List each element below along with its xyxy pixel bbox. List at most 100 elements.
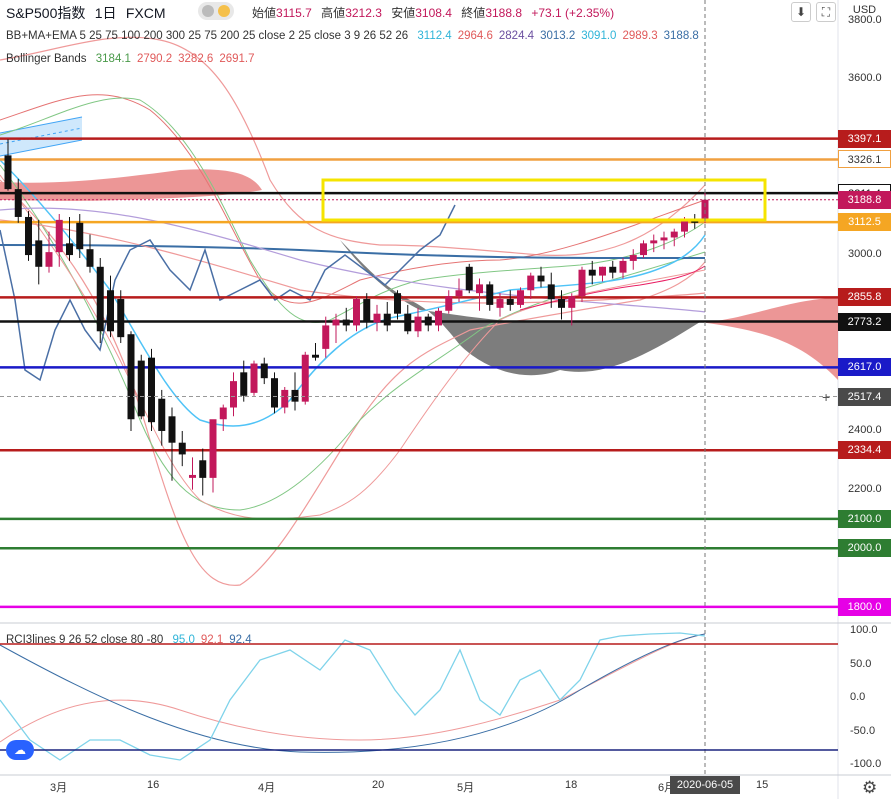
rci-legend[interactable]: RCI3lines 9 26 52 close 80 -80 95.0 92.1 9… <box>6 634 264 646</box>
candle-body[interactable] <box>96 266 104 332</box>
price-line-tag[interactable]: 2855.8 <box>838 288 891 307</box>
date-axis-tick: 18 <box>565 779 578 791</box>
candle-body[interactable] <box>650 240 658 244</box>
candle-body[interactable] <box>629 255 637 261</box>
candle-body[interactable] <box>394 293 401 314</box>
bb-legend[interactable]: Bollinger Bands 3184.1 2790.2 3282.6 2691.7 <box>6 53 267 65</box>
price-line-tag[interactable]: 3326.1 <box>838 150 891 169</box>
candle-body[interactable] <box>178 442 186 455</box>
price-line-tag[interactable]: 2773.2 <box>838 312 891 331</box>
candle-body[interactable] <box>383 313 391 326</box>
candle-body[interactable] <box>158 398 166 431</box>
candle-body[interactable] <box>353 299 360 326</box>
candle-body[interactable] <box>404 313 412 332</box>
candle-body[interactable] <box>219 407 227 420</box>
source-label: FXCM <box>125 5 166 21</box>
bb-value: 2691.7 <box>219 53 255 65</box>
candle-body[interactable] <box>230 381 237 408</box>
price-line-tag[interactable]: 3188.8 <box>838 190 891 209</box>
candle-body[interactable] <box>291 389 299 402</box>
candle-body[interactable] <box>127 334 135 420</box>
candle-body[interactable] <box>312 354 319 358</box>
candle-body[interactable] <box>547 284 555 300</box>
interval-label[interactable]: 1日 <box>95 5 117 21</box>
gear-icon[interactable]: ⚙ <box>862 778 877 798</box>
candle-body[interactable] <box>640 243 647 256</box>
visibility-toggle[interactable] <box>198 2 234 20</box>
price-line-tag[interactable]: 2000.0 <box>838 539 891 558</box>
symbol-name[interactable]: S&P500指数 <box>6 5 85 21</box>
candle-body[interactable] <box>476 284 483 294</box>
candle-body[interactable] <box>568 296 576 308</box>
candle-body[interactable] <box>271 378 278 408</box>
date-axis-tick: 3月 <box>50 782 68 794</box>
candle-body[interactable] <box>445 296 453 311</box>
chart-area[interactable]: S&P500指数 1日 FXCM 始値3115.7 高値3212.3 安値310… <box>0 0 891 799</box>
candle-body[interactable] <box>4 155 12 190</box>
candle-body[interactable] <box>45 252 53 267</box>
candle-body[interactable] <box>55 219 63 253</box>
candle-body[interactable] <box>588 269 596 276</box>
candle-body[interactable] <box>496 299 504 308</box>
price-line-tag[interactable]: 3112.5 <box>838 213 891 232</box>
candle-body[interactable] <box>660 237 668 241</box>
candle-body[interactable] <box>148 357 155 423</box>
rci-axis-tick: 0.0 <box>850 691 866 703</box>
candle-body[interactable] <box>363 299 371 323</box>
candle-body[interactable] <box>209 419 217 478</box>
candle-body[interactable] <box>599 266 606 276</box>
candle-body[interactable] <box>137 360 145 417</box>
candle-body[interactable] <box>250 363 258 393</box>
maximize-button[interactable]: ⛶ <box>816 2 836 22</box>
change-value: +73.1 (+2.35%) <box>531 6 615 20</box>
candle-body[interactable] <box>670 231 678 238</box>
candle-body[interactable] <box>486 284 494 305</box>
candle-body[interactable] <box>619 260 627 273</box>
candle-body[interactable] <box>14 189 22 217</box>
candle-body[interactable] <box>76 222 84 250</box>
ma-ema-legend[interactable]: BB+MA+EMA 5 25 75 100 200 300 25 75 200 … <box>6 30 711 42</box>
price-line-tag[interactable]: 2334.4 <box>838 441 891 460</box>
candle-body[interactable] <box>332 319 340 326</box>
candle-body[interactable] <box>322 325 330 349</box>
candle-body[interactable] <box>301 354 309 402</box>
candle-body[interactable] <box>189 474 196 478</box>
crosshair-plus-icon[interactable]: + <box>822 390 836 404</box>
price-line-tag[interactable]: 1800.0 <box>838 597 891 616</box>
candle-body[interactable] <box>455 290 463 297</box>
candle-body[interactable] <box>414 316 422 332</box>
candle-body[interactable] <box>260 363 268 379</box>
tradingview-logo-icon[interactable]: ☁ <box>6 740 34 760</box>
candle-body[interactable] <box>281 389 289 408</box>
candle-body[interactable] <box>435 310 442 326</box>
candle-body[interactable] <box>465 266 473 291</box>
candle-body[interactable] <box>373 313 381 323</box>
candle-body[interactable] <box>424 316 432 326</box>
candle-body[interactable] <box>168 416 176 443</box>
candle-body[interactable] <box>240 372 248 396</box>
candle-body[interactable] <box>681 219 688 232</box>
candle-body[interactable] <box>117 299 125 338</box>
price-line-tag[interactable]: 3397.1 <box>838 129 891 148</box>
candle-body[interactable] <box>609 266 617 273</box>
candle-body[interactable] <box>558 299 565 308</box>
candle-body[interactable] <box>506 299 514 305</box>
candle-body[interactable] <box>199 460 207 478</box>
candle-body[interactable] <box>86 249 94 267</box>
candle-body[interactable] <box>537 275 545 282</box>
price-line-tag[interactable]: 2617.0 <box>838 358 891 377</box>
rci-axis-tick: -100.0 <box>850 758 882 770</box>
candle-body[interactable] <box>107 290 114 332</box>
candle-body[interactable] <box>517 290 524 305</box>
candle-body[interactable] <box>66 243 73 256</box>
collapse-button[interactable]: ⬇ <box>791 2 811 22</box>
high-label: 高値 <box>321 6 346 20</box>
price-axis-tick: 2400.0 <box>848 423 882 436</box>
candle-body[interactable] <box>578 269 586 297</box>
candle-body[interactable] <box>25 216 32 256</box>
candle-body[interactable] <box>35 240 43 267</box>
price-line-tag[interactable]: 2100.0 <box>838 509 891 528</box>
candle-body[interactable] <box>342 319 350 326</box>
price-chart[interactable] <box>0 0 891 799</box>
candle-body[interactable] <box>527 275 535 291</box>
